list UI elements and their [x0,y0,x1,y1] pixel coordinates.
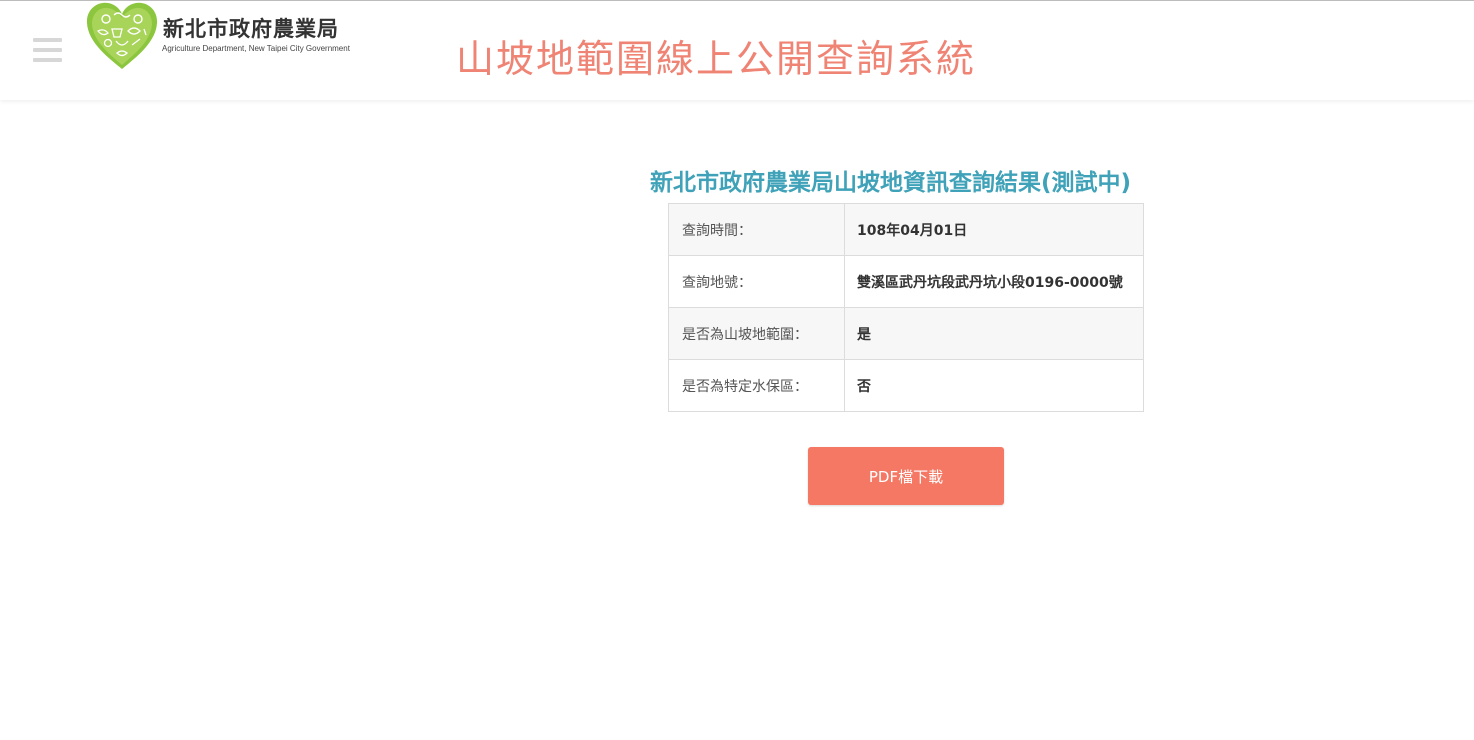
table-row: 是否為特定水保區： 否 [668,359,1144,412]
table-row: 查詢地號： 雙溪區武丹坑段武丹坑小段0196-0000號 [668,255,1144,308]
water-conservation-label: 是否為特定水保區： [668,359,845,412]
menu-icon[interactable] [33,38,62,63]
table-row: 查詢時間： 108年04月01日 [668,203,1144,256]
logo-title-en: Agriculture Department, New Taipei City … [162,44,350,53]
page-title: 山坡地範圍線上公開查詢系統 [456,37,977,81]
slopeland-value: 是 [844,307,1144,360]
land-number-value: 雙溪區武丹坑段武丹坑小段0196-0000號 [844,255,1144,308]
logo-title-cn: 新北市政府農業局 [163,17,339,41]
query-time-label: 查詢時間： [668,203,845,256]
result-heading: 新北市政府農業局山坡地資訊查詢結果(測試中) [650,170,1132,196]
water-conservation-value: 否 [844,359,1144,412]
pdf-download-button[interactable]: PDF檔下載 [808,447,1004,505]
header-bar: 新北市政府農業局 Agriculture Department, New Tai… [0,1,1474,100]
query-time-value: 108年04月01日 [844,203,1144,256]
slopeland-label: 是否為山坡地範圍： [668,307,845,360]
heart-logo-icon [86,2,158,69]
result-table: 查詢時間： 108年04月01日 查詢地號： 雙溪區武丹坑段武丹坑小段0196-… [668,203,1144,412]
table-row: 是否為山坡地範圍： 是 [668,307,1144,360]
land-number-label: 查詢地號： [668,255,845,308]
